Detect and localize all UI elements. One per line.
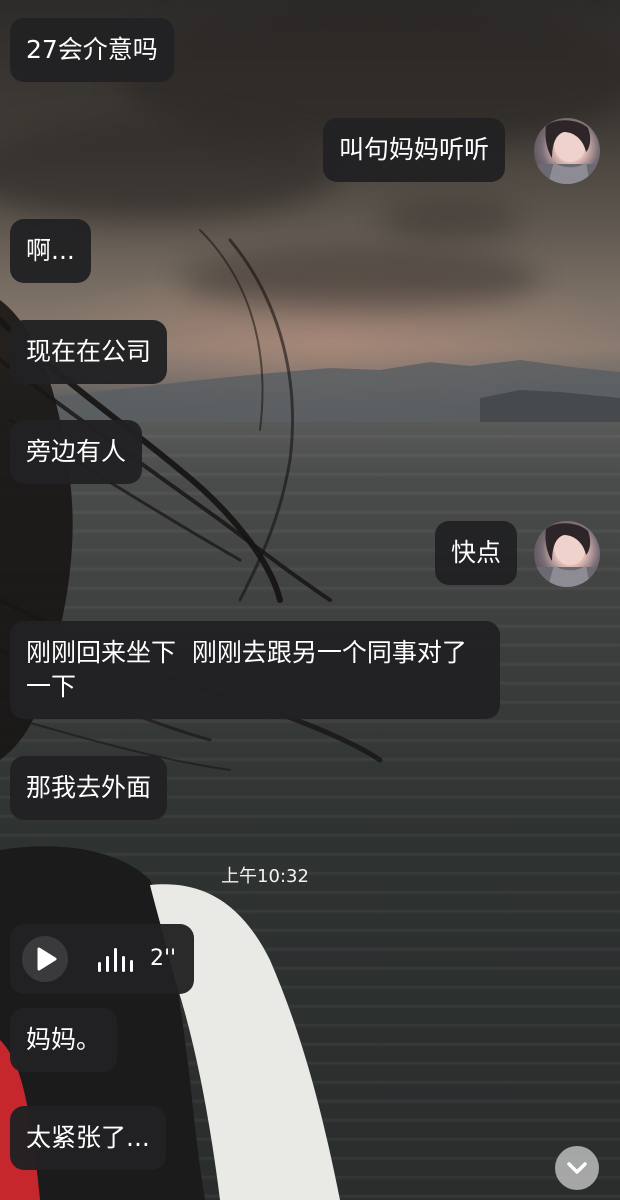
message-bubble[interactable]: 叫句妈妈听听 — [323, 118, 506, 182]
play-icon — [37, 947, 57, 971]
chevron-down-icon — [567, 1162, 587, 1174]
message-bubble[interactable]: 太紧张了... — [10, 1106, 166, 1170]
message-bubble[interactable]: 27会介意吗 — [10, 18, 174, 82]
message-bubble[interactable]: 旁边有人 — [10, 420, 143, 484]
message-bubble[interactable]: 那我去外面 — [10, 756, 168, 820]
chat-screen: 27会介意吗 叫句妈妈听听 啊... 现在在公司 旁边有人 快点 刚刚回来坐下 … — [0, 0, 620, 1200]
avatar-image-icon — [534, 120, 600, 184]
scroll-down-button[interactable] — [555, 1146, 599, 1190]
avatar-image-icon — [534, 523, 600, 587]
message-timestamp: 上午10:32 — [221, 866, 309, 887]
message-bubble[interactable]: 刚刚回来坐下 刚刚去跟另一个同事对了一下 — [10, 621, 500, 719]
message-bubble[interactable]: 快点 — [435, 521, 518, 585]
play-button[interactable] — [22, 936, 68, 982]
voice-duration: 2'' — [150, 946, 177, 971]
voice-message[interactable]: 2'' — [10, 924, 194, 994]
waveform-icon — [98, 948, 133, 972]
message-bubble[interactable]: 现在在公司 — [10, 320, 168, 384]
user-avatar[interactable] — [534, 118, 600, 184]
user-avatar[interactable] — [534, 521, 600, 587]
message-bubble[interactable]: 啊... — [10, 219, 91, 283]
message-bubble[interactable]: 妈妈。 — [10, 1008, 118, 1072]
